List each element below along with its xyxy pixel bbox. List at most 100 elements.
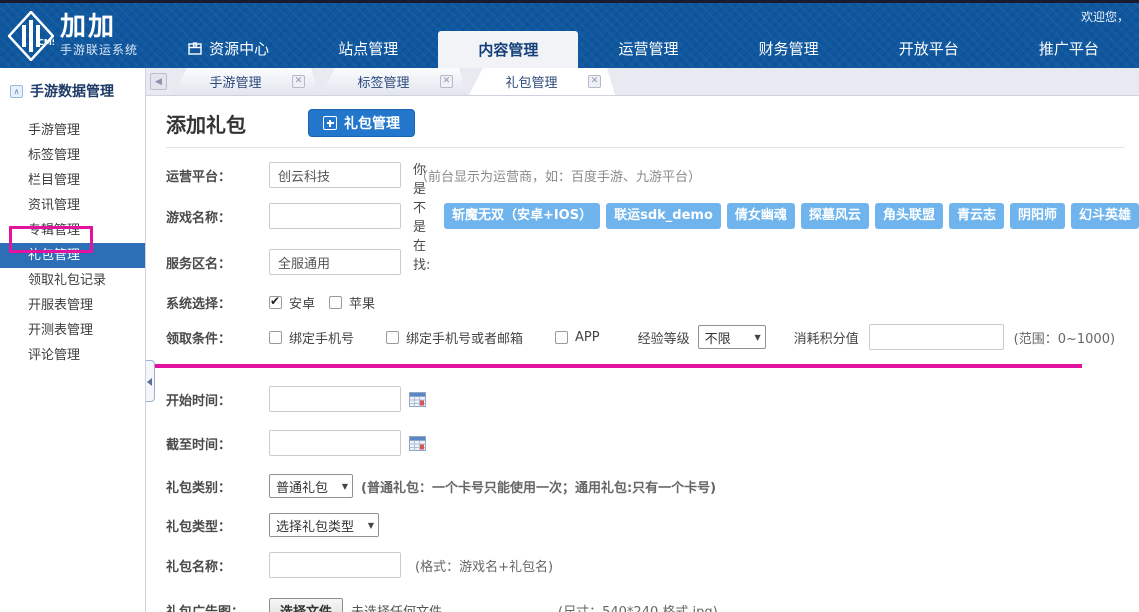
tab-tag-management[interactable]: 标签管理 ✕: [321, 68, 467, 95]
calendar-icon[interactable]: [409, 391, 426, 407]
ios-checkbox[interactable]: [329, 296, 342, 309]
package-ad-image-label: 礼包广告图：: [166, 601, 269, 612]
main-content: 添加礼包 礼包管理 运营平台： （前台显示为运营商，如：百度手游、九游平台） 游…: [146, 96, 1139, 612]
sidebar-item-test-open-table[interactable]: 开测表管理: [0, 318, 145, 343]
ios-checkbox-label[interactable]: 苹果: [349, 293, 375, 312]
package-category-label: 礼包类别：: [166, 477, 269, 496]
nav-label: 推广平台: [1039, 38, 1099, 59]
game-tag[interactable]: 幻斗英雄: [1071, 203, 1139, 229]
add-gift-package-form: 运营平台： （前台显示为运营商，如：百度手游、九游平台） 游戏名称： 你是不是在…: [166, 148, 1139, 612]
game-tag[interactable]: 阴阳师: [1010, 203, 1065, 229]
nav-item-promotion-platform[interactable]: 推广平台: [999, 29, 1139, 68]
chevron-down-icon: ▼: [342, 482, 348, 491]
package-type-select[interactable]: 选择礼包类型 ▼: [269, 513, 379, 537]
platform-label: 运营平台：: [166, 166, 269, 185]
bind-phone-checkbox[interactable]: [269, 331, 282, 344]
logo-title: 加加: [60, 13, 138, 41]
topbar: CMS 加加 手游联运系统 资源中心 站点管理 内容管理 运营管理 财务管理: [0, 0, 1139, 68]
sidebar-item-album[interactable]: 专辑管理: [0, 218, 145, 243]
tab-close-icon[interactable]: ✕: [292, 75, 305, 88]
nav-label: 站点管理: [338, 38, 398, 59]
tab-label: 手游管理: [173, 72, 292, 91]
sidebar-item-tag[interactable]: 标签管理: [0, 143, 145, 168]
sidebar-item-news[interactable]: 资讯管理: [0, 193, 145, 218]
sidebar-item-column[interactable]: 栏目管理: [0, 168, 145, 193]
package-category-select[interactable]: 普通礼包 ▼: [269, 474, 353, 498]
package-type-value: 选择礼包类型: [276, 516, 360, 535]
nav-item-resource-center[interactable]: 资源中心: [158, 29, 298, 68]
game-name-input[interactable]: [269, 203, 401, 229]
gift-package-manage-button[interactable]: 礼包管理: [308, 109, 415, 137]
chevron-down-icon: ▼: [368, 521, 374, 530]
calendar-icon[interactable]: [409, 435, 426, 451]
bind-phone-or-email-label[interactable]: 绑定手机号或者邮箱: [406, 328, 523, 347]
welcome-text: 欢迎您，: [1081, 8, 1129, 25]
exp-level-label: 经验等级: [638, 328, 690, 347]
end-time-input[interactable]: [269, 430, 401, 456]
nav-item-content-management[interactable]: 内容管理: [438, 31, 578, 68]
sidebar-collapse-handle[interactable]: [146, 360, 155, 402]
package-type-label: 礼包类型：: [166, 516, 269, 535]
android-checkbox[interactable]: [269, 296, 282, 309]
logo-diamond-icon: CMS: [8, 11, 54, 61]
nav-label: 财务管理: [759, 38, 819, 59]
sidebar: ∧ 手游数据管理 手游管理 标签管理 栏目管理 资讯管理 专辑管理 礼包管理 领…: [0, 68, 146, 612]
game-tag[interactable]: 青云志: [949, 203, 1004, 229]
tab-gift-package-management[interactable]: 礼包管理 ✕: [469, 68, 615, 95]
chevron-up-icon: ∧: [10, 85, 23, 98]
nav-item-operations-management[interactable]: 运营管理: [578, 29, 718, 68]
choose-file-button[interactable]: 选择文件: [269, 598, 343, 612]
game-tag[interactable]: 斩魔无双（安卓+IOS）: [444, 203, 600, 229]
tab-label: 标签管理: [321, 72, 440, 91]
sidebar-item-server-open-table[interactable]: 开服表管理: [0, 293, 145, 318]
sidebar-header[interactable]: ∧ 手游数据管理: [0, 68, 145, 102]
bind-phone-label[interactable]: 绑定手机号: [289, 328, 354, 347]
package-name-label: 礼包名称：: [166, 556, 269, 575]
android-checkbox-label[interactable]: 安卓: [289, 293, 315, 312]
logo-subtitle: 手游联运系统: [60, 41, 138, 58]
game-tag[interactable]: 联运sdk_demo: [606, 203, 721, 229]
server-zone-label: 服务区名：: [166, 253, 269, 272]
chevron-down-icon: ▼: [754, 333, 760, 342]
package-icon: [187, 41, 203, 57]
suggest-label: 你是不是在找:: [413, 159, 438, 273]
tab-close-icon[interactable]: ✕: [440, 75, 453, 88]
svg-text:CMS: CMS: [38, 38, 54, 47]
nav-label: 运营管理: [618, 38, 678, 59]
magenta-annotation-underline: [152, 364, 1082, 368]
app-checkbox-label[interactable]: APP: [575, 330, 600, 345]
exp-level-value: 不限: [705, 328, 747, 347]
points-cost-label: 消耗积分值: [794, 328, 859, 347]
game-tag[interactable]: 倩女幽魂: [727, 203, 795, 229]
nav-label: 开放平台: [899, 38, 959, 59]
sidebar-list: 手游管理 标签管理 栏目管理 资讯管理 专辑管理 礼包管理 领取礼包记录 开服表…: [0, 118, 145, 368]
app-logo[interactable]: CMS 加加 手游联运系统: [0, 3, 158, 68]
game-tag[interactable]: 角头联盟: [875, 203, 943, 229]
sidebar-item-gift-package[interactable]: 礼包管理: [0, 243, 145, 268]
sidebar-item-mobile-game[interactable]: 手游管理: [0, 118, 145, 143]
nav-item-open-platform[interactable]: 开放平台: [859, 29, 999, 68]
start-time-input[interactable]: [269, 386, 401, 412]
start-time-label: 开始时间：: [166, 390, 269, 409]
nav-item-site-management[interactable]: 站点管理: [298, 29, 438, 68]
server-zone-input[interactable]: [269, 249, 401, 275]
package-name-hint: (格式：游戏名+礼包名): [415, 556, 553, 575]
file-status-text: 未选择任何文件: [351, 601, 442, 612]
exp-level-select[interactable]: 不限 ▼: [698, 325, 766, 349]
app-checkbox[interactable]: [555, 331, 568, 344]
nav-item-finance-management[interactable]: 财务管理: [719, 29, 859, 68]
points-range-hint: (范围：0~1000): [1014, 328, 1115, 347]
tab-scroll-left-button[interactable]: ◀: [150, 73, 167, 90]
package-category-hint: (普通礼包：一个卡号只能使用一次；通用礼包:只有一个卡号): [361, 477, 716, 496]
tab-mobile-game-management[interactable]: 手游管理 ✕: [173, 68, 319, 95]
points-cost-input[interactable]: [869, 324, 1004, 350]
game-name-label: 游戏名称：: [166, 207, 269, 226]
bind-phone-or-email-checkbox[interactable]: [386, 331, 399, 344]
manage-button-label: 礼包管理: [344, 113, 400, 133]
sidebar-item-comments[interactable]: 评论管理: [0, 343, 145, 368]
tab-close-icon[interactable]: ✕: [588, 75, 601, 88]
game-tag[interactable]: 探墓风云: [801, 203, 869, 229]
package-name-input[interactable]: [269, 552, 401, 578]
platform-input[interactable]: [269, 162, 401, 188]
sidebar-item-claim-records[interactable]: 领取礼包记录: [0, 268, 145, 293]
